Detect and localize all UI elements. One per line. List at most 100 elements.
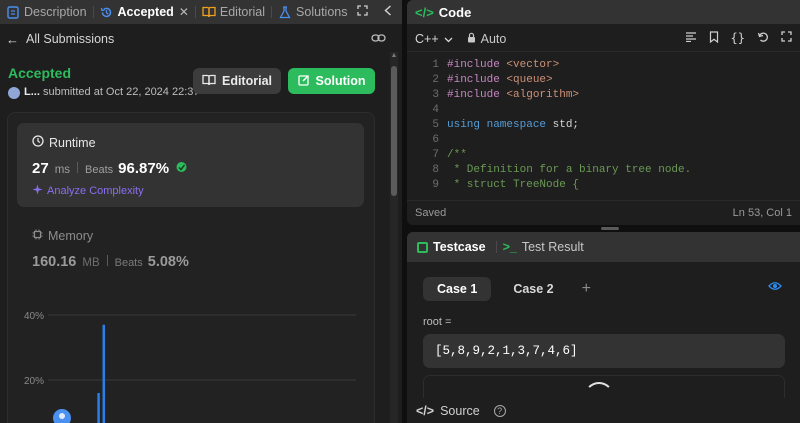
memory-number: 160.16	[32, 254, 77, 270]
scroll-up-icon[interactable]: ▲	[390, 52, 398, 62]
code-token: <algorithm>	[506, 89, 580, 101]
code-icon: </>	[416, 403, 435, 418]
source-bar: </> Source ?	[407, 398, 800, 423]
code-status-bar: Saved Ln 53, Col 1	[407, 200, 800, 224]
auto-mode-label: Auto	[480, 31, 507, 46]
code-line[interactable]: 6	[407, 133, 800, 148]
line-number: 2	[432, 74, 439, 86]
code-icon: </>	[415, 4, 434, 20]
submission-panel: Description Accepted ✕ Editorial Solutio…	[0, 0, 402, 423]
code-token: using	[447, 119, 487, 131]
code-line[interactable]: 8 * Definition for a binary tree node.	[407, 163, 800, 178]
runtime-beats-label: Beats	[85, 164, 114, 176]
submission-subheader: ← All Submissions	[0, 28, 402, 50]
code-token: namespace	[486, 119, 553, 131]
checkbox-icon	[417, 241, 428, 253]
description-icon	[6, 5, 20, 19]
analyze-complexity-link[interactable]: Analyze Complexity	[32, 184, 144, 198]
tab-description-label: Description	[24, 5, 87, 19]
language-select[interactable]: C++	[415, 32, 453, 46]
code-panel: </> Code C++ Auto {} 1 #include <vector>…	[407, 0, 800, 225]
code-token: #include	[447, 74, 507, 86]
divider	[106, 255, 108, 266]
all-submissions-link[interactable]: All Submissions	[26, 32, 114, 46]
tab-description[interactable]: Description	[0, 0, 93, 24]
scrollbar-thumb[interactable]	[391, 66, 397, 196]
auto-mode[interactable]: Auto	[467, 31, 507, 46]
solution-button-label: Solution	[315, 74, 366, 88]
sparkle-icon	[32, 184, 43, 198]
celebration-icon	[175, 160, 188, 177]
collapse-left-icon[interactable]	[384, 5, 392, 19]
line-number: 8	[432, 164, 439, 176]
testcase-input[interactable]: [5,8,9,2,1,3,7,4,6]	[423, 334, 785, 368]
tab-accepted-label: Accepted	[117, 5, 174, 19]
code-line[interactable]: 4	[407, 103, 800, 118]
add-case-icon[interactable]: +	[582, 280, 591, 298]
runtime-beats-value: 96.87%	[118, 160, 170, 177]
code-editor[interactable]: 1 #include <vector> 2 #include <queue> 3 #inc…	[407, 58, 800, 192]
avatar[interactable]	[8, 87, 20, 99]
line-number: 3	[432, 89, 439, 101]
username[interactable]: L...	[24, 86, 40, 98]
bookmark-icon[interactable]	[709, 31, 719, 46]
tab-testcase[interactable]: Testcase	[407, 240, 486, 254]
chevron-down-icon	[444, 32, 453, 46]
editorial-button-label: Editorial	[221, 74, 272, 88]
format-icon[interactable]	[685, 31, 697, 46]
left-tab-bar: Description Accepted ✕ Editorial Solutio…	[0, 0, 402, 24]
code-line[interactable]: 2 #include <queue>	[407, 73, 800, 88]
code-token: /**	[447, 149, 467, 161]
clock-icon	[32, 135, 44, 150]
distribution-bar[interactable]	[97, 393, 100, 423]
maximize-icon[interactable]	[357, 5, 368, 19]
code-toolbar: C++ Auto {}	[407, 26, 800, 52]
tab-code[interactable]: </> Code	[407, 5, 471, 20]
editorial-button[interactable]: Editorial	[193, 68, 281, 94]
close-icon[interactable]: ✕	[179, 5, 189, 19]
reset-icon[interactable]	[757, 31, 769, 46]
tab-solutions[interactable]: Solutions	[272, 0, 353, 24]
tab-test-result[interactable]: >_ Test Result	[497, 240, 584, 254]
chip-icon	[32, 229, 43, 243]
help-icon[interactable]: ?	[493, 404, 506, 417]
case-1-tab[interactable]: Case 1	[423, 277, 492, 301]
code-token: std;	[552, 119, 580, 131]
code-line[interactable]: 3 #include <algorithm>	[407, 88, 800, 103]
braces-icon[interactable]: {}	[731, 31, 745, 46]
runtime-number: 27	[32, 160, 49, 177]
distribution-bar[interactable]	[102, 324, 106, 423]
solution-button[interactable]: Solution	[288, 68, 375, 94]
memory-beats-value: 5.08%	[147, 254, 189, 270]
runtime-unit: ms	[54, 164, 71, 176]
divider	[77, 162, 79, 173]
panel-resize-handle[interactable]	[601, 227, 619, 230]
line-number: 4	[432, 104, 439, 116]
test-result-label: Test Result	[521, 240, 584, 254]
line-number: 7	[432, 149, 439, 161]
code-line[interactable]: 5 using namespace std;	[407, 118, 800, 133]
memory-label[interactable]: Memory	[32, 229, 93, 243]
user-position-marker[interactable]	[53, 409, 71, 423]
submission-meta: L... submitted at Oct 22, 2024 22:37	[24, 86, 200, 98]
memory-unit: MB	[82, 257, 100, 269]
code-token: * Definition for a binary tree node.	[447, 164, 692, 176]
y-tick-label: 20%	[24, 376, 44, 387]
expand-icon[interactable]	[781, 31, 792, 46]
share-link-icon[interactable]	[371, 32, 386, 46]
code-line[interactable]: 7 /**	[407, 148, 800, 163]
eye-icon[interactable]	[768, 280, 782, 294]
tab-editorial[interactable]: Editorial	[196, 0, 271, 24]
code-line[interactable]: 9 * struct TreeNode {	[407, 178, 800, 193]
history-icon	[100, 5, 114, 19]
back-arrow-icon[interactable]: ←	[6, 32, 19, 47]
distribution-chart[interactable]: 40% 20%	[18, 305, 363, 423]
code-line[interactable]: 1 #include <vector>	[407, 58, 800, 73]
line-number: 1	[432, 59, 439, 71]
submitted-time: submitted at Oct 22, 2024 22:37	[42, 86, 200, 98]
source-link[interactable]: Source	[440, 404, 480, 418]
line-number: 6	[432, 134, 439, 146]
code-token: <vector>	[506, 59, 560, 71]
tab-accepted[interactable]: Accepted ✕	[94, 0, 195, 24]
case-2-tab[interactable]: Case 2	[499, 277, 567, 301]
